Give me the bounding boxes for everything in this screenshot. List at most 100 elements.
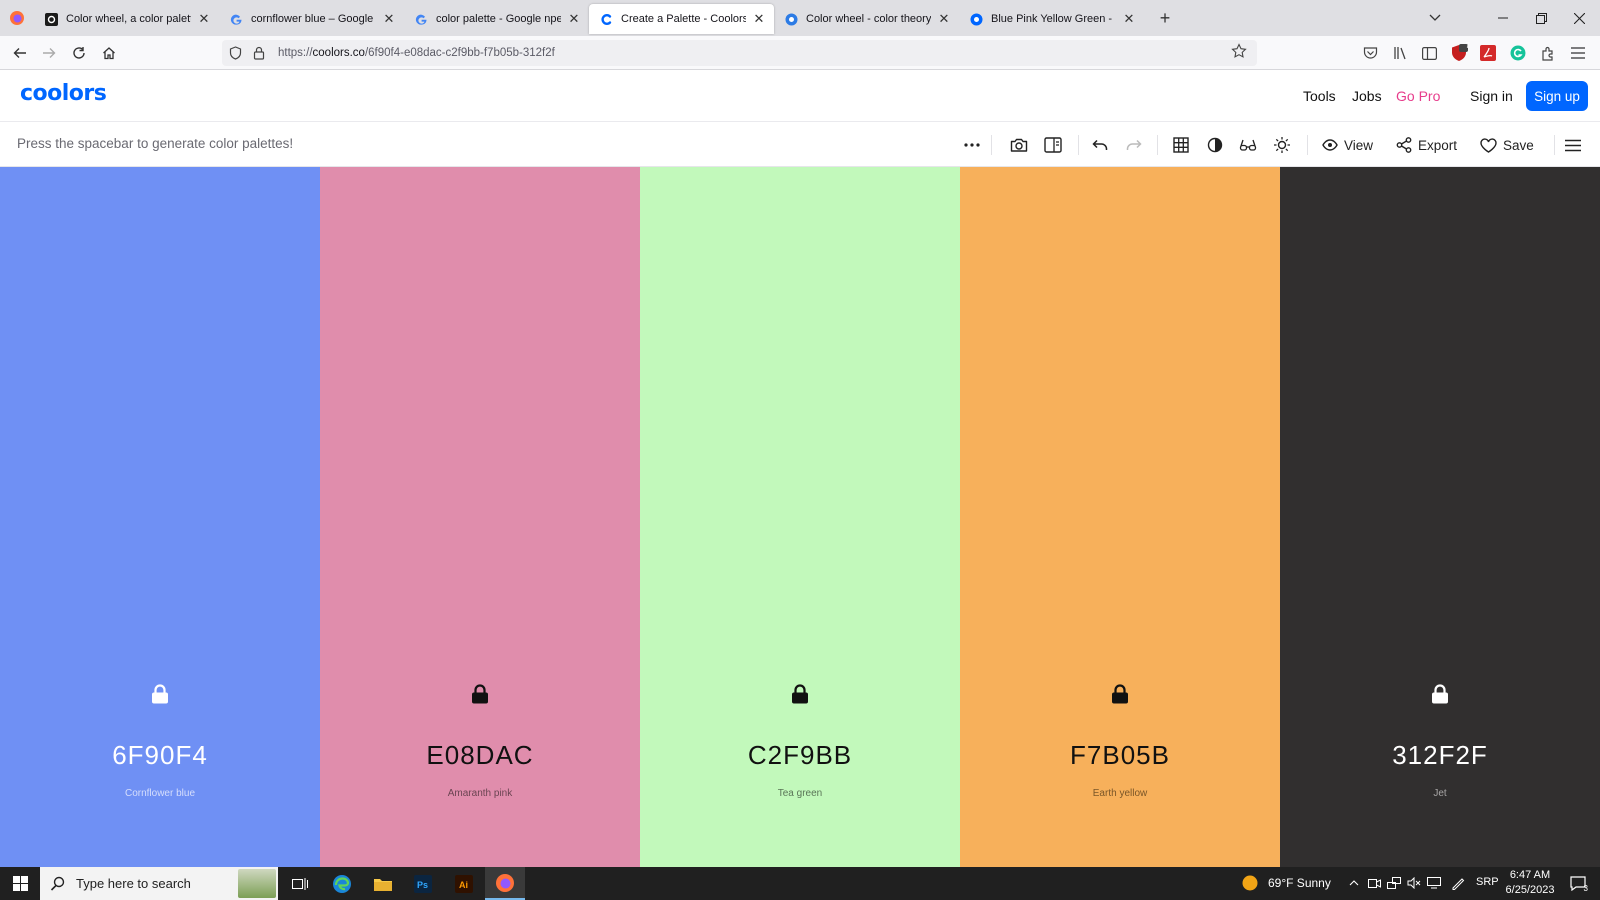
firefox-menu-icon[interactable] <box>0 0 34 36</box>
extensions-puzzle-icon[interactable] <box>1538 43 1558 63</box>
undo-icon[interactable] <box>1089 134 1111 156</box>
lock-closed-icon[interactable] <box>788 682 812 706</box>
sign-in-link[interactable]: Sign in <box>1470 70 1513 122</box>
home-icon[interactable] <box>96 40 122 66</box>
coolors-favicon-icon <box>599 12 613 26</box>
glasses-icon[interactable] <box>1237 134 1259 156</box>
view-label: View <box>1344 137 1374 153</box>
browser-tab[interactable]: cornflower blue – Google npetpara ✕ <box>219 4 404 34</box>
sign-up-button[interactable]: Sign up <box>1526 81 1588 111</box>
contrast-icon[interactable] <box>1204 134 1226 156</box>
canva-favicon-icon <box>44 12 58 26</box>
color-hex-code[interactable]: 6F90F4 <box>0 740 320 771</box>
browser-tab[interactable]: color palette - Google nperpara ✕ <box>404 4 589 34</box>
lock-icon[interactable] <box>248 42 270 64</box>
color-name[interactable]: Tea green <box>640 788 960 799</box>
windows-start-icon[interactable] <box>0 867 40 900</box>
pdf-extension-icon[interactable] <box>1478 43 1498 63</box>
browser-tab-strip: Color wheel, a color palette generator ✕… <box>0 0 1600 36</box>
browser-tab[interactable]: Color wheel - color theory and calculato… <box>774 4 959 34</box>
color-swatch[interactable]: F7B05B Earth yellow <box>960 167 1280 867</box>
task-view-icon[interactable] <box>280 867 320 900</box>
close-tab-icon[interactable]: ✕ <box>567 11 581 26</box>
sidebar-icon[interactable] <box>1419 43 1439 63</box>
grid-view-icon[interactable] <box>1170 134 1192 156</box>
notifications-icon[interactable]: 3 <box>1568 874 1588 893</box>
browser-menu-icon[interactable] <box>1568 43 1588 63</box>
back-arrow-icon[interactable] <box>7 40 33 66</box>
browser-tab[interactable]: Blue Pink Yellow Green - Free & Simple ✕ <box>959 4 1144 34</box>
browser-tab[interactable]: Color wheel, a color palette generator ✕ <box>34 4 219 34</box>
list-all-tabs-icon[interactable] <box>1416 0 1454 36</box>
close-tab-icon[interactable]: ✕ <box>937 11 951 26</box>
nav-jobs[interactable]: Jobs <box>1352 70 1382 122</box>
lock-closed-icon[interactable] <box>1108 682 1132 706</box>
weather-text[interactable]: 69°F Sunny <box>1268 876 1331 890</box>
color-hex-code[interactable]: 312F2F <box>1280 740 1600 771</box>
firefox-taskbar-icon[interactable] <box>485 867 525 900</box>
input-language[interactable]: SRP <box>1476 876 1499 888</box>
lock-open-icon[interactable] <box>1428 682 1452 706</box>
color-name[interactable]: Earth yellow <box>960 788 1280 799</box>
tab-title: Blue Pink Yellow Green - Free & Simple <box>991 13 1116 25</box>
file-explorer-icon[interactable] <box>363 867 403 900</box>
meet-now-icon[interactable] <box>1366 875 1382 891</box>
color-swatch[interactable]: 6F90F4 Cornflower blue <box>0 167 320 867</box>
color-name[interactable]: Amaranth pink <box>320 788 640 799</box>
nav-tools[interactable]: Tools <box>1303 70 1336 122</box>
display-icon[interactable] <box>1426 875 1442 891</box>
save-button[interactable]: Save <box>1480 133 1534 157</box>
grammarly-extension-icon[interactable] <box>1508 43 1528 63</box>
restore-icon[interactable] <box>1522 0 1560 36</box>
close-tab-icon[interactable]: ✕ <box>197 11 211 26</box>
color-swatch[interactable]: 312F2F Jet <box>1280 167 1600 867</box>
address-bar[interactable]: https://coolors.co/6f90f4-e08dac-c2f9bb-… <box>222 40 1257 66</box>
bookmark-star-icon[interactable] <box>1231 43 1247 59</box>
color-name[interactable]: Jet <box>1280 788 1600 799</box>
lock-open-icon[interactable] <box>148 682 172 706</box>
illustrator-icon[interactable]: Ai <box>444 867 484 900</box>
clock-date[interactable]: 6/25/2023 <box>1502 884 1558 896</box>
color-hex-code[interactable]: F7B05B <box>960 740 1280 771</box>
close-tab-icon[interactable]: ✕ <box>752 11 766 26</box>
export-button[interactable]: Export <box>1396 133 1457 157</box>
clock-time[interactable]: 6:47 AM <box>1508 869 1552 881</box>
close-window-icon[interactable] <box>1560 0 1598 36</box>
google-favicon-icon <box>414 12 428 26</box>
weather-sun-icon[interactable] <box>1242 875 1258 891</box>
tray-chevron-up-icon[interactable] <box>1346 875 1362 891</box>
brightness-sun-icon[interactable] <box>1271 134 1293 156</box>
nav-go-pro[interactable]: Go Pro <box>1396 70 1440 122</box>
coolors-logo[interactable]: coolors <box>20 81 107 106</box>
pen-workspace-icon[interactable] <box>1450 875 1466 891</box>
redo-icon[interactable] <box>1123 134 1145 156</box>
ublock-extension-icon[interactable]: 7 <box>1449 41 1470 63</box>
volume-muted-icon[interactable] <box>1406 875 1422 891</box>
color-hex-code[interactable]: C2F9BB <box>640 740 960 771</box>
taskbar-search-box[interactable]: Type here to search <box>40 867 278 900</box>
new-tab-button[interactable]: + <box>1150 3 1180 33</box>
network-icon[interactable] <box>1386 875 1402 891</box>
svg-text:Ps: Ps <box>417 880 428 890</box>
edge-browser-icon[interactable] <box>322 867 362 900</box>
reload-icon[interactable] <box>66 40 92 66</box>
color-hex-code[interactable]: E08DAC <box>320 740 640 771</box>
library-icon[interactable] <box>1390 43 1410 63</box>
camera-icon[interactable] <box>1008 134 1030 156</box>
more-options-icon[interactable] <box>961 134 983 156</box>
hamburger-menu-icon[interactable] <box>1562 134 1584 156</box>
tracking-protection-shield-icon[interactable] <box>224 42 246 64</box>
lock-closed-icon[interactable] <box>468 682 492 706</box>
photoshop-icon[interactable]: Ps <box>403 867 443 900</box>
forward-arrow-icon[interactable] <box>36 40 62 66</box>
pocket-icon[interactable] <box>1360 43 1380 63</box>
view-button[interactable]: View <box>1322 133 1373 157</box>
close-tab-icon[interactable]: ✕ <box>1122 11 1136 26</box>
close-tab-icon[interactable]: ✕ <box>382 11 396 26</box>
color-name[interactable]: Cornflower blue <box>0 788 320 799</box>
browser-tab-active[interactable]: Create a Palette - Coolors ✕ <box>589 4 774 34</box>
color-swatch[interactable]: E08DAC Amaranth pink <box>320 167 640 867</box>
color-swatch[interactable]: C2F9BB Tea green <box>640 167 960 867</box>
minimize-icon[interactable] <box>1484 0 1522 36</box>
side-panel-icon[interactable] <box>1042 134 1064 156</box>
